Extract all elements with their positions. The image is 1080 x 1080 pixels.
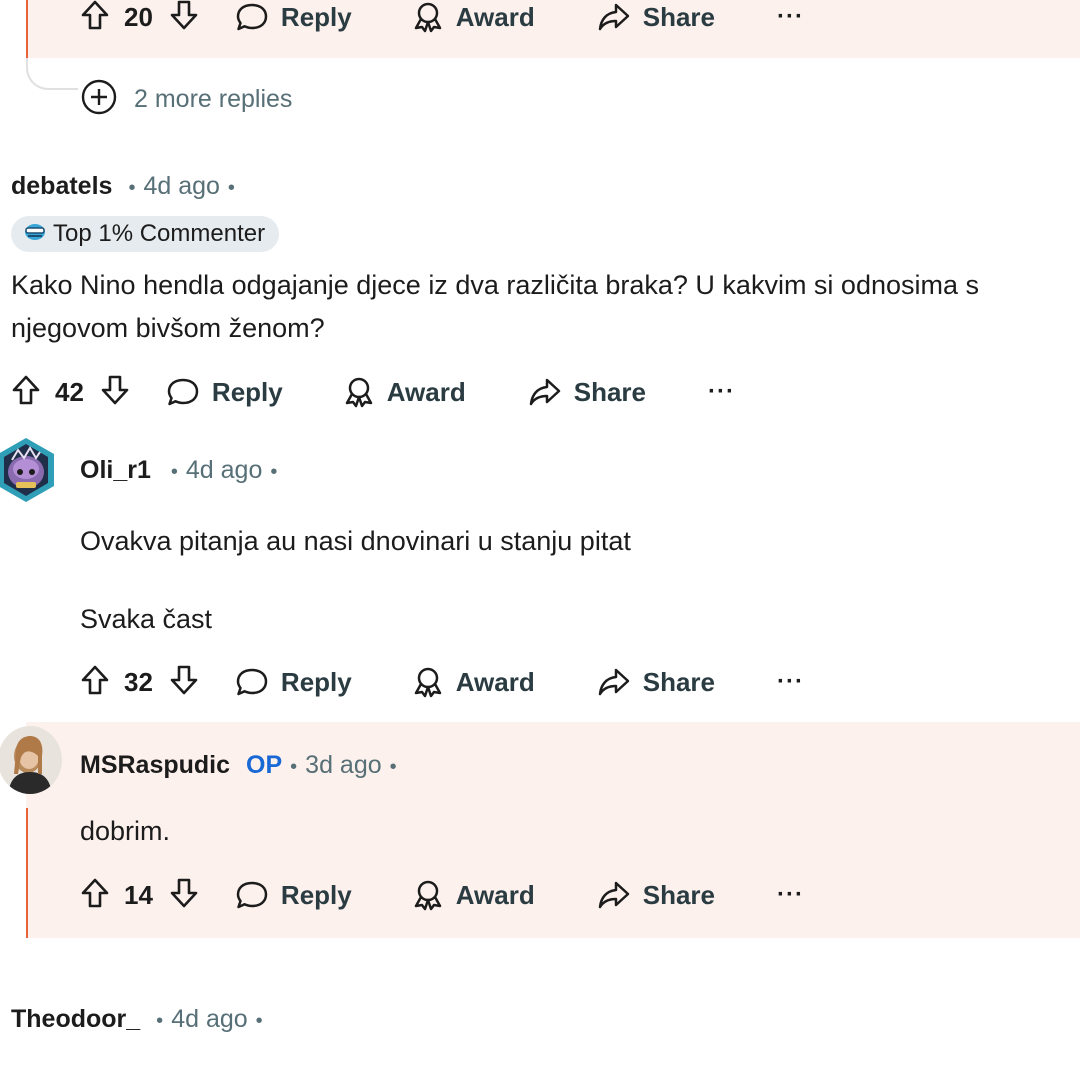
commenter-flair-icon: [23, 220, 47, 249]
more-replies-link[interactable]: 2 more replies: [80, 78, 292, 121]
share-label: Share: [573, 376, 646, 407]
reply-label: Reply: [280, 666, 352, 697]
reply-bubble-icon: [235, 879, 269, 911]
award-button[interactable]: Award: [412, 1, 535, 33]
username-link[interactable]: debatels: [11, 172, 112, 201]
comment-actions-debatels: 42 Reply Award Share ···: [11, 372, 735, 412]
upvote-icon[interactable]: [11, 374, 41, 411]
username-link[interactable]: Oli_r1: [80, 456, 151, 485]
share-button[interactable]: Share: [597, 880, 715, 911]
award-icon: [412, 879, 444, 911]
reply-label: Reply: [280, 879, 352, 910]
comment-text-paragraph: dobrim.: [80, 816, 171, 846]
expand-plus-icon: [80, 78, 118, 121]
separator-dot: •: [389, 756, 397, 778]
comment-time[interactable]: 3d ago: [305, 751, 381, 780]
more-options-button[interactable]: ···: [708, 378, 735, 406]
award-label: Award: [455, 666, 535, 697]
comment-meta-msraspudic: MSRaspudic OP • 3d ago •: [80, 751, 405, 780]
upvote-icon[interactable]: [80, 877, 110, 914]
more-replies-label: 2 more replies: [134, 85, 293, 113]
more-options-button[interactable]: ···: [777, 3, 804, 31]
comment-time[interactable]: 4d ago: [143, 172, 219, 201]
award-label: Award: [386, 376, 466, 407]
comment-meta-theodoor: Theodoor_ • 4d ago •: [11, 1005, 271, 1034]
reply-bubble-icon: [166, 376, 200, 408]
avatar-msraspudic[interactable]: [0, 726, 62, 794]
reply-button[interactable]: Reply: [235, 1, 352, 33]
share-label: Share: [642, 879, 715, 910]
award-label: Award: [455, 1, 535, 32]
separator-dot: •: [170, 461, 178, 483]
comment-meta-debatels: debatels • 4d ago •: [11, 172, 243, 201]
reply-label: Reply: [280, 1, 352, 32]
award-icon: [412, 666, 444, 698]
comment-body-msraspudic: dobrim.: [80, 810, 170, 853]
flair-text: Top 1% Commenter: [53, 220, 266, 247]
vote-score: 42: [55, 376, 84, 407]
comment-meta-olir1: Oli_r1 • 4d ago •: [80, 456, 285, 485]
comment-body-debatels: Kako Nino hendla odgajanje djece iz dva …: [11, 264, 1080, 350]
separator-dot: •: [227, 177, 235, 199]
award-button[interactable]: Award: [412, 879, 535, 911]
award-icon: [343, 376, 375, 408]
downvote-icon[interactable]: [169, 0, 199, 36]
reply-button[interactable]: Reply: [166, 376, 283, 408]
separator-dot: •: [156, 1010, 164, 1032]
award-label: Award: [455, 879, 535, 910]
share-icon: [597, 880, 631, 910]
share-icon: [528, 377, 562, 407]
vote-score: 32: [124, 666, 153, 697]
downvote-icon[interactable]: [169, 664, 199, 701]
award-button[interactable]: Award: [343, 376, 466, 408]
comment-body-olir1: Ovakva pitanja au nasi dnovinari u stanj…: [80, 520, 1080, 641]
vote-score: 14: [124, 879, 153, 910]
share-icon: [597, 2, 631, 32]
op-badge: OP: [246, 751, 283, 779]
more-options-button[interactable]: ···: [777, 668, 804, 696]
upvote-icon[interactable]: [80, 664, 110, 701]
comment-time[interactable]: 4d ago: [186, 456, 262, 485]
downvote-icon[interactable]: [169, 877, 199, 914]
downvote-icon[interactable]: [100, 374, 130, 411]
reply-label: Reply: [211, 376, 283, 407]
username-link[interactable]: Theodoor_: [11, 1005, 140, 1034]
comment-text-line: njegovom bivšom ženom?: [11, 313, 325, 343]
reply-bubble-icon: [235, 1, 269, 33]
more-options-button[interactable]: ···: [777, 881, 804, 909]
share-icon: [597, 667, 631, 697]
comment-actions-olir1: 32 Reply Award Share ···: [80, 662, 804, 702]
share-button[interactable]: Share: [528, 377, 646, 408]
reply-button[interactable]: Reply: [235, 666, 352, 698]
comment-time[interactable]: 4d ago: [171, 1005, 247, 1034]
reply-button[interactable]: Reply: [235, 879, 352, 911]
vote-score: 20: [124, 1, 153, 32]
share-button[interactable]: Share: [597, 667, 715, 698]
user-flair-badge: Top 1% Commenter: [11, 216, 280, 252]
comment-text-paragraph: Svaka čast: [80, 604, 213, 634]
reply-bubble-icon: [235, 666, 269, 698]
award-icon: [412, 1, 444, 33]
op-thread-line-top: [26, 0, 28, 58]
top-comment-actions: 20 Reply Award Share ···: [80, 0, 804, 37]
upvote-icon[interactable]: [80, 0, 110, 36]
award-button[interactable]: Award: [412, 666, 535, 698]
thread-connector-line: [26, 58, 78, 90]
share-label: Share: [642, 666, 715, 697]
share-button[interactable]: Share: [597, 2, 715, 33]
separator-dot: •: [255, 1010, 263, 1032]
separator-dot: •: [128, 177, 136, 199]
comment-actions-msraspudic: 14 Reply Award Share ···: [80, 875, 804, 915]
share-label: Share: [642, 1, 715, 32]
comment-text-paragraph: Ovakva pitanja au nasi dnovinari u stanj…: [80, 526, 631, 556]
username-link[interactable]: MSRaspudic: [80, 751, 230, 780]
separator-dot: •: [270, 461, 278, 483]
separator-dot: •: [290, 756, 298, 778]
op-thread-line: [26, 808, 28, 938]
comment-text-line: Kako Nino hendla odgajanje djece iz dva …: [11, 270, 980, 300]
avatar-olir1[interactable]: [0, 436, 58, 504]
